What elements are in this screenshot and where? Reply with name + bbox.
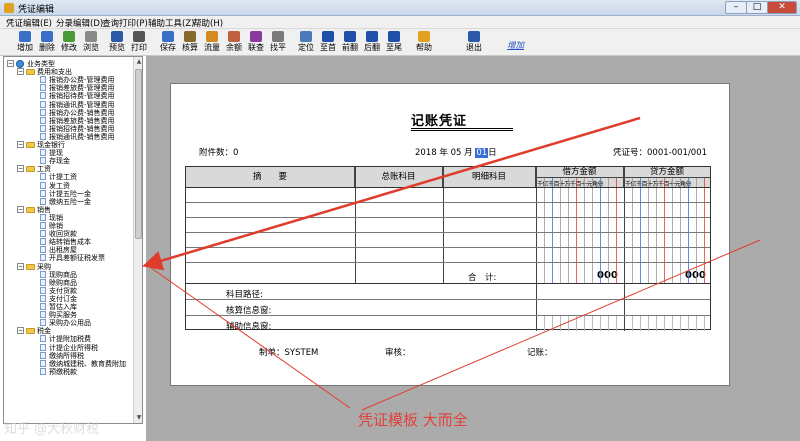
watermark: 知乎 @大秋财税	[4, 422, 100, 437]
annotation-arrows	[142, 116, 761, 411]
arrow-guide-2	[361, 239, 761, 411]
arrow-to-tree	[142, 116, 641, 271]
annotation-text: 凭证模板 大而全	[358, 411, 468, 429]
arrow-guide	[146, 264, 351, 409]
